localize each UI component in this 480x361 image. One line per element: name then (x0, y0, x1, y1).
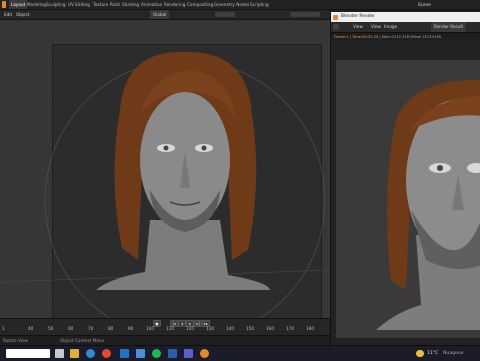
render-info: Frame:1 | Time:00:03.20 | Mem:1212.31M (… (334, 35, 442, 39)
editor-type-icon[interactable] (333, 24, 339, 30)
tab-texture-paint[interactable]: Texture Paint (93, 0, 120, 9)
render-result-image[interactable] (336, 60, 480, 338)
snap-controls[interactable] (215, 12, 235, 17)
status-left: Rotate View (3, 338, 28, 343)
current-frame[interactable]: 1 (2, 326, 5, 331)
edge-icon[interactable] (86, 349, 95, 358)
tab-compositing[interactable]: Compositing (187, 0, 213, 9)
tick-label: 180 (306, 326, 314, 331)
app-icon-2[interactable] (168, 349, 177, 358)
file-explorer-icon[interactable] (70, 349, 79, 358)
tick-label: 80 (108, 326, 114, 331)
view-menu[interactable]: View (353, 22, 363, 32)
status-middle: Object Context Menu (60, 338, 105, 343)
blender-taskbar-icon[interactable] (200, 349, 209, 358)
tab-shading[interactable]: Shading (122, 0, 139, 9)
tab-layout[interactable]: Layout (9, 0, 28, 9)
tab-rendering[interactable]: Rendering (164, 0, 185, 9)
render-titlebar: Blender Render (331, 12, 480, 22)
tab-sculpting[interactable]: Sculpting (46, 0, 66, 9)
task-view-icon[interactable] (55, 349, 64, 358)
render-info-bar: Frame:1 | Time:00:03.20 | Mem:1212.31M (… (331, 33, 480, 41)
tick-label: 50 (48, 326, 54, 331)
weather-text[interactable]: Nuageux (443, 346, 464, 361)
tick-label: 170 (286, 326, 294, 331)
tick-label: 120 (186, 326, 194, 331)
tick-label: 90 (128, 326, 134, 331)
object-menu[interactable]: Object (16, 10, 30, 19)
shading-buttons[interactable] (290, 12, 320, 17)
weather-icon (416, 350, 424, 357)
store-icon[interactable] (120, 349, 129, 358)
tick-label: 60 (68, 326, 74, 331)
chrome-icon[interactable] (102, 349, 111, 358)
scene-selector[interactable]: Scene (418, 0, 431, 9)
spotify-icon[interactable] (152, 349, 161, 358)
tick-label: 100 (146, 326, 154, 331)
tab-geometry-nodes[interactable]: Geometry Nodes (214, 0, 249, 9)
app-icon[interactable] (136, 349, 145, 358)
tick-label: 160 (266, 326, 274, 331)
tick-label: 40 (28, 326, 34, 331)
workspace-bar: Layout Modeling Sculpting UV Editing Tex… (0, 0, 480, 10)
render-window: Blender Render View View Image Render Re… (330, 12, 480, 345)
tab-scripting[interactable]: Scripting (250, 0, 269, 9)
render-toolbar: View View Image Render Result (331, 22, 480, 33)
jump-start-button[interactable]: ● (153, 320, 161, 327)
tick-label: 130 (206, 326, 214, 331)
tick-label: 140 (226, 326, 234, 331)
status-bar: Rotate View Object Context Menu (0, 335, 330, 345)
transform-orientation[interactable]: Global (150, 10, 170, 19)
view-menu-2[interactable]: View (371, 22, 381, 32)
image-menu[interactable]: Image (384, 22, 397, 32)
teams-icon[interactable] (184, 349, 193, 358)
3d-viewport[interactable] (0, 20, 330, 318)
search-box[interactable] (6, 349, 50, 358)
weather-temp[interactable]: 11°C (427, 346, 438, 361)
step-forward-button[interactable]: ▸| (194, 320, 202, 327)
mode-menu[interactable]: Edit (4, 10, 12, 19)
render-layer-select[interactable]: Render Result (431, 22, 467, 32)
blender-logo-icon[interactable] (2, 1, 6, 8)
timeline[interactable]: ● |◂ ◂ ▸ ▸| ▸▸ 1 40 50 60 70 80 90 100 1… (0, 318, 330, 335)
render-window-title: Blender Render (341, 14, 376, 19)
rendered-portrait (376, 80, 480, 330)
tick-label: 110 (166, 326, 174, 331)
tab-animation[interactable]: Animation (141, 0, 162, 9)
viewport-header: Edit Object Global (0, 10, 330, 20)
tick-label: 150 (246, 326, 254, 331)
play-reverse-button[interactable]: ◂ (178, 320, 186, 327)
blender-logo-icon (333, 14, 338, 20)
tab-uv-editing[interactable]: UV Editing (68, 0, 90, 9)
taskbar: 11°C Nuageux (0, 345, 480, 361)
tick-label: 70 (88, 326, 94, 331)
portrait-render (0, 51, 330, 318)
tab-modeling[interactable]: Modeling (27, 0, 46, 9)
